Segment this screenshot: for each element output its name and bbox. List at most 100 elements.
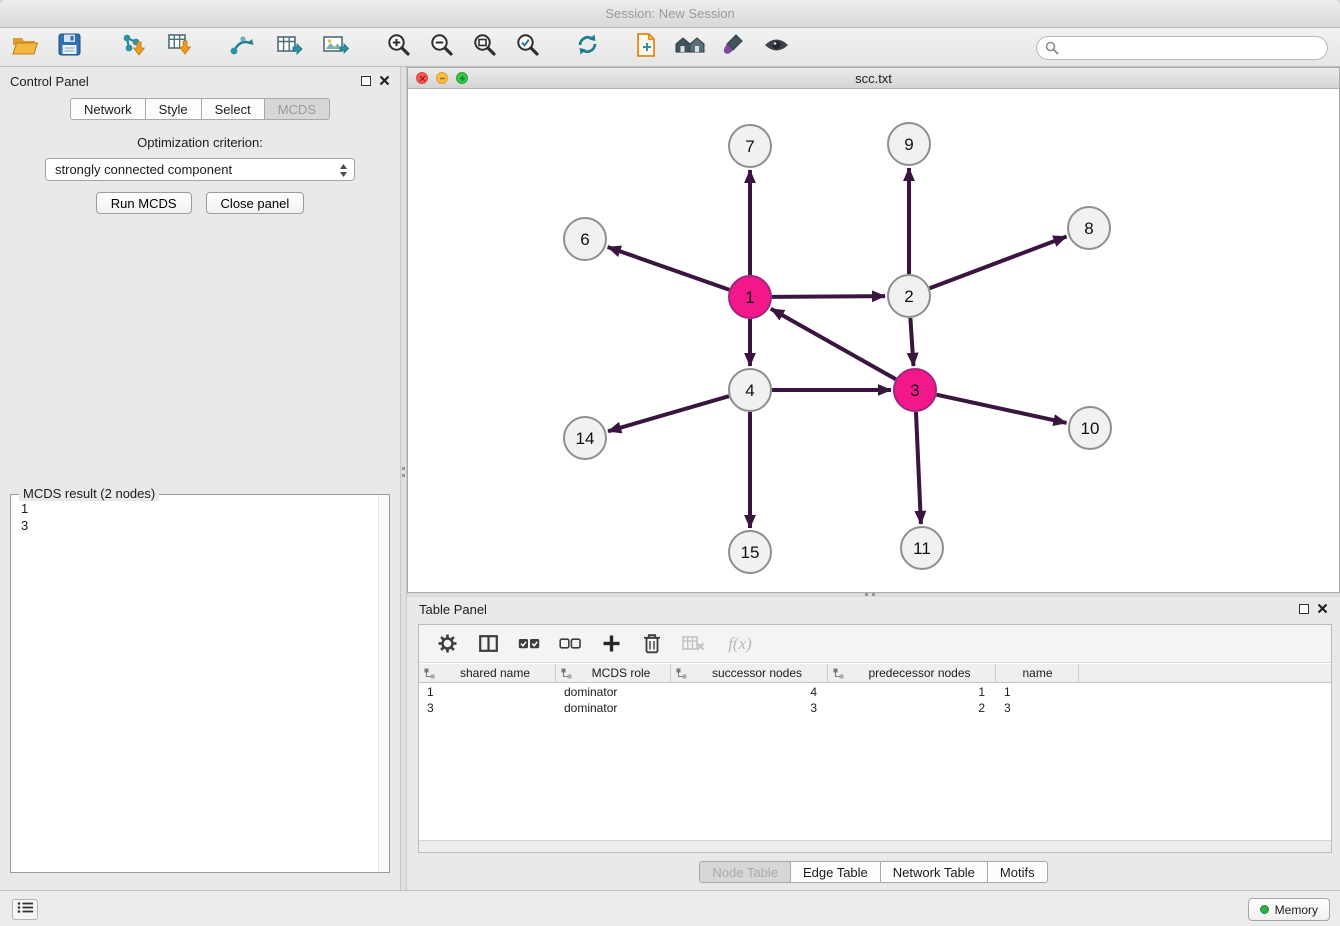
tab-mcds-label: MCDS <box>278 102 316 117</box>
graph-node-1[interactable]: 1 <box>729 276 771 318</box>
cell-successor-nodes[interactable]: 3 <box>671 700 828 716</box>
svg-text:7: 7 <box>745 137 754 156</box>
float-table-panel-icon[interactable] <box>1299 604 1309 614</box>
column-header-name[interactable]: name <box>996 664 1079 683</box>
tab-select[interactable]: Select <box>202 98 265 120</box>
column-header-predecessor-nodes[interactable]: predecessor nodes <box>828 664 996 683</box>
memory-button[interactable]: Memory <box>1248 898 1330 921</box>
graph-edge-3-1[interactable] <box>771 309 896 379</box>
table-settings-button[interactable] <box>435 632 459 656</box>
graph-node-15[interactable]: 15 <box>729 531 771 573</box>
graph-node-6[interactable]: 6 <box>564 218 606 260</box>
graph-edge-1-2[interactable] <box>772 296 885 297</box>
import-network-icon <box>120 32 147 62</box>
criterion-dropdown[interactable]: strongly connected component <box>45 158 355 181</box>
zoom-window-icon[interactable] <box>456 72 468 84</box>
table-row[interactable]: 3 dominator 3 2 3 <box>419 700 1331 716</box>
window-controls <box>416 72 468 84</box>
tab-network-table-label: Network Table <box>893 865 975 880</box>
zoom-in-button[interactable] <box>381 31 415 63</box>
float-panel-icon[interactable] <box>361 76 371 86</box>
apply-layout-button[interactable] <box>570 31 604 63</box>
function-builder-button[interactable]: f(x) <box>722 632 758 656</box>
graph-node-4[interactable]: 4 <box>729 369 771 411</box>
style-button[interactable] <box>716 31 750 63</box>
cell-mcds-role[interactable]: dominator <box>556 684 671 700</box>
graph-edge-4-14[interactable] <box>608 396 729 431</box>
export-document-button[interactable] <box>630 31 664 63</box>
search-input[interactable] <box>1036 36 1328 60</box>
graph-node-14[interactable]: 14 <box>564 417 606 459</box>
tab-style[interactable]: Style <box>146 98 202 120</box>
close-panel-button[interactable]: Close panel <box>206 192 305 214</box>
cell-name[interactable]: 1 <box>996 684 1079 700</box>
graph-edge-3-11[interactable] <box>916 412 921 524</box>
image-icon <box>322 33 349 62</box>
column-header-shared-name[interactable]: shared name <box>419 664 556 683</box>
column-header-successor-nodes[interactable]: successor nodes <box>671 664 828 683</box>
show-graphics-button[interactable] <box>759 31 793 63</box>
cell-predecessor-nodes[interactable]: 1 <box>828 684 996 700</box>
graph-edge-2-3[interactable] <box>910 318 913 366</box>
svg-text:14: 14 <box>576 429 595 448</box>
select-all-columns-button[interactable] <box>517 632 541 656</box>
result-item[interactable]: 3 <box>21 517 367 534</box>
svg-text:4: 4 <box>745 381 754 400</box>
tab-network[interactable]: Network <box>70 98 146 120</box>
graph-node-2[interactable]: 2 <box>888 275 930 317</box>
vertical-splitter[interactable] <box>400 67 407 890</box>
delete-table-button-disabled[interactable] <box>681 632 705 656</box>
graph-node-3[interactable]: 3 <box>894 369 936 411</box>
graph-node-10[interactable]: 10 <box>1069 407 1111 449</box>
tab-motifs[interactable]: Motifs <box>988 861 1048 883</box>
graph-edge-2-8[interactable] <box>930 236 1067 288</box>
deselect-all-columns-button[interactable] <box>558 632 582 656</box>
graph-node-9[interactable]: 9 <box>888 123 930 165</box>
result-item[interactable]: 1 <box>21 500 367 517</box>
cell-successor-nodes[interactable]: 4 <box>671 684 828 700</box>
home-button[interactable] <box>673 31 707 63</box>
import-network-button[interactable] <box>116 31 150 63</box>
tab-mcds[interactable]: MCDS <box>265 98 330 120</box>
network-window-title: scc.txt <box>855 71 892 86</box>
column-header-mcds-role[interactable]: MCDS role <box>556 664 671 683</box>
cell-name[interactable]: 3 <box>996 700 1079 716</box>
cell-shared-name[interactable]: 1 <box>419 684 556 700</box>
cell-mcds-role[interactable]: dominator <box>556 700 671 716</box>
cell-shared-name[interactable]: 3 <box>419 700 556 716</box>
graph-edge-3-10[interactable] <box>936 395 1066 423</box>
graph-node-7[interactable]: 7 <box>729 125 771 167</box>
control-panel-header: Control Panel <box>0 67 400 95</box>
close-panel-icon[interactable] <box>379 74 390 89</box>
task-history-button[interactable] <box>12 899 38 920</box>
cell-predecessor-nodes[interactable]: 2 <box>828 700 996 716</box>
show-columns-button[interactable] <box>476 632 500 656</box>
new-network-button[interactable] <box>226 31 260 63</box>
delete-column-button[interactable] <box>640 632 664 656</box>
table-horizontal-scrollbar[interactable] <box>419 840 1331 852</box>
zoom-fit-button[interactable] <box>467 31 501 63</box>
table-row[interactable]: 1 dominator 4 1 1 <box>419 684 1331 700</box>
tab-edge-table[interactable]: Edge Table <box>791 861 881 883</box>
paint-brush-icon <box>721 32 746 62</box>
graph-edge-1-6[interactable] <box>608 247 730 290</box>
new-table-button[interactable] <box>272 31 306 63</box>
tab-network-table[interactable]: Network Table <box>881 861 988 883</box>
close-table-panel-icon[interactable] <box>1317 602 1328 617</box>
import-table-button[interactable] <box>163 31 197 63</box>
zoom-selected-button[interactable] <box>510 31 544 63</box>
add-column-button[interactable] <box>599 632 623 656</box>
close-window-icon[interactable] <box>416 72 428 84</box>
graph-node-8[interactable]: 8 <box>1068 207 1110 249</box>
minimize-window-icon[interactable] <box>436 72 448 84</box>
open-session-button[interactable] <box>8 31 42 63</box>
run-mcds-button[interactable]: Run MCDS <box>96 192 192 214</box>
tab-node-table[interactable]: Node Table <box>699 861 791 883</box>
graph-node-11[interactable]: 11 <box>901 527 943 569</box>
save-session-button[interactable] <box>52 31 86 63</box>
zoom-out-button[interactable] <box>424 31 458 63</box>
mcds-result-box: MCDS result (2 nodes) 1 3 <box>10 494 390 873</box>
export-image-button[interactable] <box>318 31 352 63</box>
network-canvas[interactable]: 7 9 6 8 1 2 4 3 14 10 15 11 <box>408 89 1339 592</box>
result-scrollbar[interactable] <box>378 495 389 872</box>
